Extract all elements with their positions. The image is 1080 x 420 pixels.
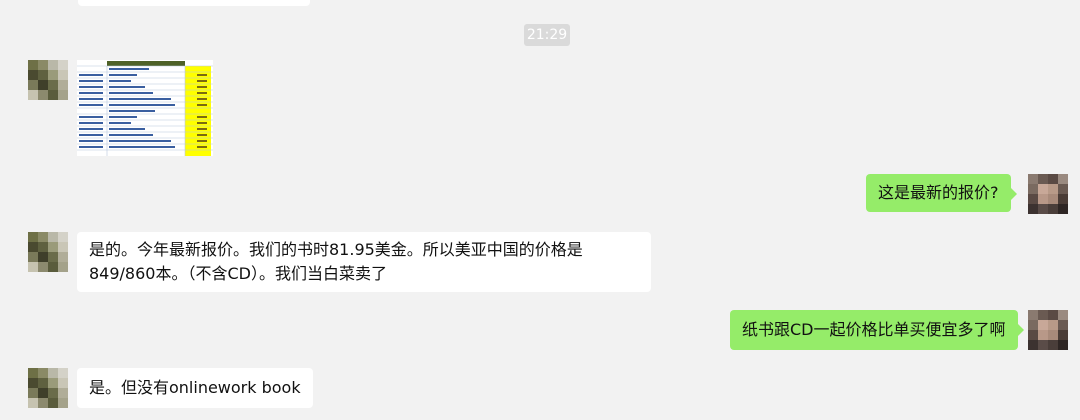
incoming-message-bubble[interactable]: 是的。今年最新报价。我们的书时81.95美金。所以美亚中国的价格是849/860…	[77, 232, 651, 292]
contact-avatar[interactable]	[28, 60, 68, 100]
timestamp: 21:29	[524, 24, 570, 46]
contact-avatar[interactable]	[28, 368, 68, 408]
image-message-spreadsheet[interactable]	[77, 60, 213, 156]
user-avatar[interactable]	[1028, 174, 1068, 214]
message-text: 这是最新的报价?	[878, 183, 999, 202]
message-text: 是的。今年最新报价。我们的书时81.95美金。所以美亚中国的价格是849/860…	[89, 240, 583, 283]
contact-avatar[interactable]	[28, 232, 68, 272]
user-avatar[interactable]	[1028, 310, 1068, 350]
outgoing-message-bubble[interactable]: 这是最新的报价?	[866, 174, 1016, 212]
spreadsheet-thumbnail	[77, 60, 213, 156]
message-text: 纸书跟CD一起价格比单买便宜多了啊	[742, 320, 1006, 339]
message-text: 是。但没有onlinework book	[89, 378, 301, 397]
previous-message-bubble[interactable]	[78, 0, 310, 6]
incoming-message-bubble[interactable]: 是。但没有onlinework book	[77, 368, 313, 408]
outgoing-message-bubble[interactable]: 纸书跟CD一起价格比单买便宜多了啊	[730, 310, 1023, 350]
